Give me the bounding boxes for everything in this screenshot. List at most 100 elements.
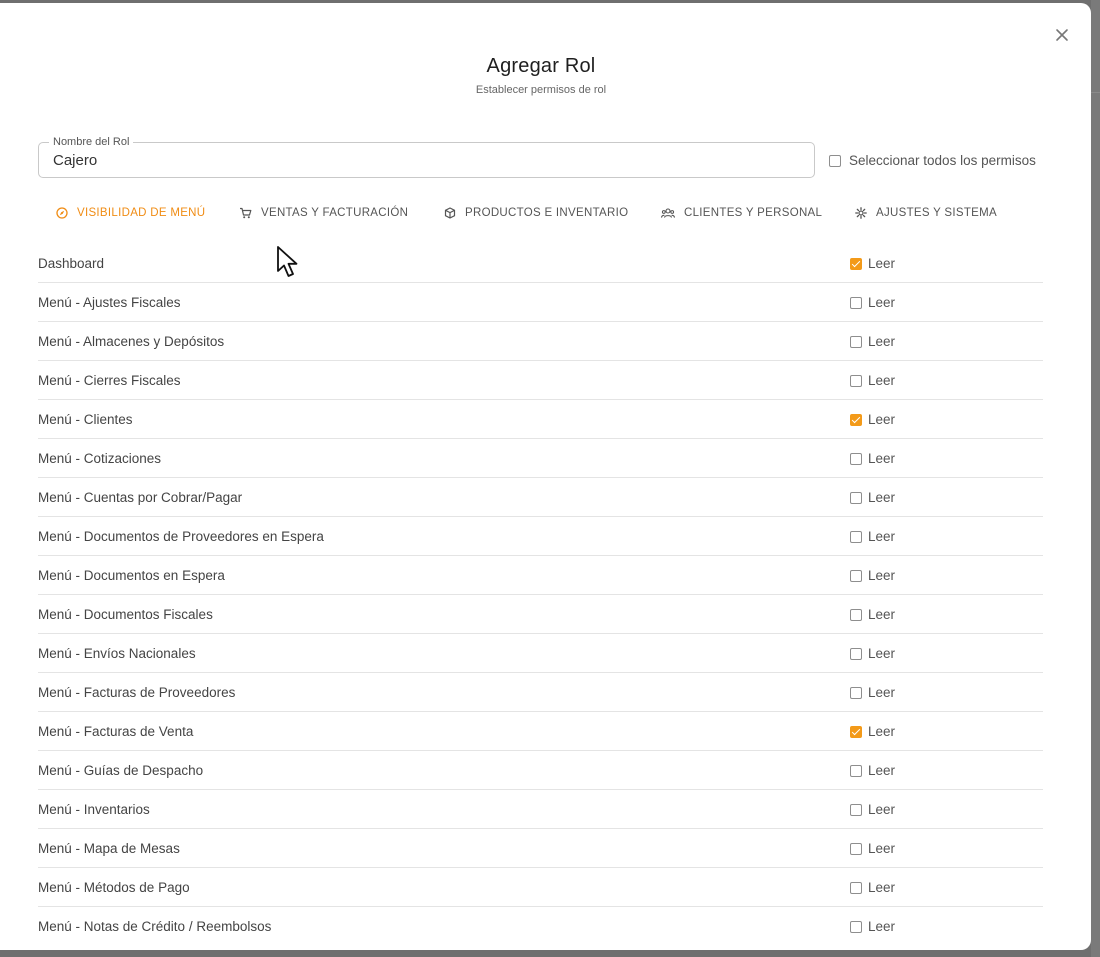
read-label: Leer — [868, 607, 896, 622]
tab-clients-staff[interactable]: CLIENTES Y PERSONAL — [661, 203, 822, 223]
permissions-list: Dashboard Leer Menú - Ajustes Fiscales Leer… — [38, 244, 1043, 946]
permission-row: Menú - Facturas de Proveedores Leer — [38, 673, 1043, 712]
tab-settings-system[interactable]: AJUSTES Y SISTEMA — [855, 203, 997, 223]
permission-name: Menú - Cierres Fiscales — [38, 373, 181, 388]
permission-name: Menú - Mapa de Mesas — [38, 841, 180, 856]
read-checkbox[interactable] — [850, 374, 862, 387]
gear-icon — [855, 207, 867, 219]
read-checkbox[interactable] — [850, 920, 862, 933]
permission-name: Menú - Envíos Nacionales — [38, 646, 196, 661]
role-name-field[interactable]: Nombre del Rol Cajero — [38, 136, 815, 178]
read-permission-toggle[interactable]: Leer — [850, 802, 895, 817]
tab-label: PRODUCTOS E INVENTARIO — [465, 207, 629, 219]
read-checkbox[interactable] — [850, 764, 862, 777]
permission-row: Menú - Mapa de Mesas Leer — [38, 829, 1043, 868]
read-checkbox[interactable] — [850, 452, 862, 465]
read-checkbox[interactable] — [850, 257, 862, 270]
permission-row: Menú - Documentos de Proveedores en Espe… — [38, 517, 1043, 556]
read-permission-toggle[interactable]: Leer — [850, 373, 895, 388]
read-permission-toggle[interactable]: Leer — [850, 412, 895, 427]
permission-row: Dashboard Leer — [38, 244, 1043, 283]
read-checkbox[interactable] — [850, 803, 862, 816]
read-permission-toggle[interactable]: Leer — [850, 724, 895, 739]
permission-name: Menú - Clientes — [38, 412, 133, 427]
permission-name: Menú - Ajustes Fiscales — [38, 295, 181, 310]
read-permission-toggle[interactable]: Leer — [850, 685, 895, 700]
role-name-input[interactable]: Cajero — [53, 152, 97, 169]
select-all-checkbox[interactable] — [829, 154, 841, 167]
read-label: Leer — [868, 724, 896, 739]
permission-name: Menú - Almacenes y Depósitos — [38, 334, 225, 349]
tab-products-inventory[interactable]: PRODUCTOS E INVENTARIO — [444, 203, 628, 223]
read-permission-toggle[interactable]: Leer — [850, 490, 895, 505]
read-checkbox[interactable] — [850, 647, 862, 660]
read-permission-toggle[interactable]: Leer — [850, 451, 895, 466]
read-checkbox[interactable] — [850, 725, 862, 738]
permission-row: Menú - Guías de Despacho Leer — [38, 751, 1043, 790]
permission-row: Menú - Envíos Nacionales Leer — [38, 634, 1043, 673]
read-permission-toggle[interactable]: Leer — [850, 607, 895, 622]
read-label: Leer — [868, 334, 896, 349]
dialog-title: Agregar Rol — [486, 55, 596, 77]
permission-name: Dashboard — [38, 256, 105, 271]
read-permission-toggle[interactable]: Leer — [850, 568, 895, 583]
box-icon — [444, 207, 456, 219]
read-checkbox[interactable] — [850, 413, 862, 426]
permission-name: Menú - Guías de Despacho — [38, 763, 204, 778]
permission-row: Menú - Clientes Leer — [38, 400, 1043, 439]
permission-name: Menú - Documentos Fiscales — [38, 607, 213, 622]
read-checkbox[interactable] — [850, 530, 862, 543]
permission-row: Menú - Almacenes y Depósitos Leer — [38, 322, 1043, 361]
read-permission-toggle[interactable]: Leer — [850, 763, 895, 778]
read-label: Leer — [868, 685, 896, 700]
read-label: Leer — [868, 841, 896, 856]
people-icon — [661, 208, 675, 218]
permission-row: Menú - Cotizaciones Leer — [38, 439, 1043, 478]
read-permission-toggle[interactable]: Leer — [850, 334, 895, 349]
read-permission-toggle[interactable]: Leer — [850, 256, 895, 271]
read-checkbox[interactable] — [850, 296, 862, 309]
read-checkbox[interactable] — [850, 881, 862, 894]
read-permission-toggle[interactable]: Leer — [850, 841, 895, 856]
tab-label: CLIENTES Y PERSONAL — [684, 207, 823, 219]
read-checkbox[interactable] — [850, 842, 862, 855]
permission-name: Menú - Notas de Crédito / Reembolsos — [38, 919, 272, 934]
read-permission-toggle[interactable]: Leer — [850, 529, 895, 544]
permission-tabs: VISIBILIDAD DE MENÚ VENTAS Y FACTURACIÓN… — [0, 203, 1091, 225]
read-label: Leer — [868, 451, 896, 466]
read-label: Leer — [868, 412, 896, 427]
read-label: Leer — [868, 256, 896, 271]
permission-row: Menú - Notas de Crédito / Reembolsos Leer — [38, 907, 1043, 946]
page-backdrop — [1091, 0, 1100, 957]
read-checkbox[interactable] — [850, 686, 862, 699]
dialog-subtitle: Establecer permisos de rol — [475, 84, 607, 96]
permission-name: Menú - Inventarios — [38, 802, 150, 817]
read-label: Leer — [868, 880, 896, 895]
role-name-label: Nombre del Rol — [49, 136, 134, 148]
read-permission-toggle[interactable]: Leer — [850, 646, 895, 661]
read-permission-toggle[interactable]: Leer — [850, 295, 895, 310]
permission-row: Menú - Inventarios Leer — [38, 790, 1043, 829]
compass-icon — [56, 207, 68, 219]
close-button[interactable] — [1052, 25, 1072, 45]
read-permission-toggle[interactable]: Leer — [850, 880, 895, 895]
select-all-permissions[interactable]: Seleccionar todos los permisos — [829, 153, 1036, 168]
read-checkbox[interactable] — [850, 335, 862, 348]
tab-label: AJUSTES Y SISTEMA — [876, 207, 997, 219]
permission-row: Menú - Cuentas por Cobrar/Pagar Leer — [38, 478, 1043, 517]
read-checkbox[interactable] — [850, 491, 862, 504]
tab-label: VISIBILIDAD DE MENÚ — [77, 207, 206, 219]
read-label: Leer — [868, 763, 896, 778]
backdrop-divider — [1091, 92, 1100, 93]
read-checkbox[interactable] — [850, 569, 862, 582]
read-checkbox[interactable] — [850, 608, 862, 621]
tab-label: VENTAS Y FACTURACIÓN — [261, 207, 409, 219]
tab-menu-visibility[interactable]: VISIBILIDAD DE MENÚ — [56, 203, 205, 223]
permission-name: Menú - Cotizaciones — [38, 451, 162, 466]
permission-name: Menú - Cuentas por Cobrar/Pagar — [38, 490, 243, 505]
read-label: Leer — [868, 529, 896, 544]
read-permission-toggle[interactable]: Leer — [850, 919, 895, 934]
read-label: Leer — [868, 802, 896, 817]
tab-sales-billing[interactable]: VENTAS Y FACTURACIÓN — [239, 203, 408, 223]
permission-name: Menú - Documentos en Espera — [38, 568, 225, 583]
